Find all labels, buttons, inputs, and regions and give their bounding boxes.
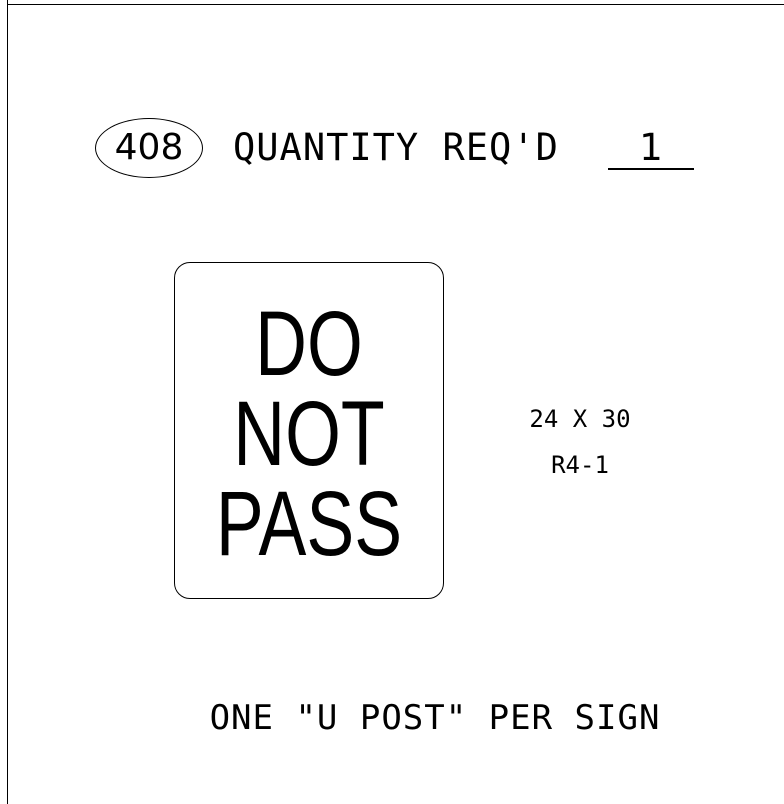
sign-legend-line-3: PASS — [215, 473, 403, 575]
sign-code-label: R4-1 — [551, 451, 609, 479]
drawing-frame-top-border — [7, 4, 784, 5]
drawing-frame-left-border — [7, 0, 8, 804]
quantity-value: 1 — [639, 126, 663, 169]
item-number: 408 — [114, 127, 184, 168]
post-note: ONE "U POST" PER SIGN — [209, 698, 661, 738]
sign-legend-line-2: NOT — [233, 383, 385, 485]
quantity-underline — [608, 168, 694, 170]
sign-legend-line-1: DO — [255, 293, 363, 395]
quantity-label: QUANTITY REQ'D — [233, 126, 559, 169]
sign-size-label: 24 X 30 — [529, 405, 631, 433]
